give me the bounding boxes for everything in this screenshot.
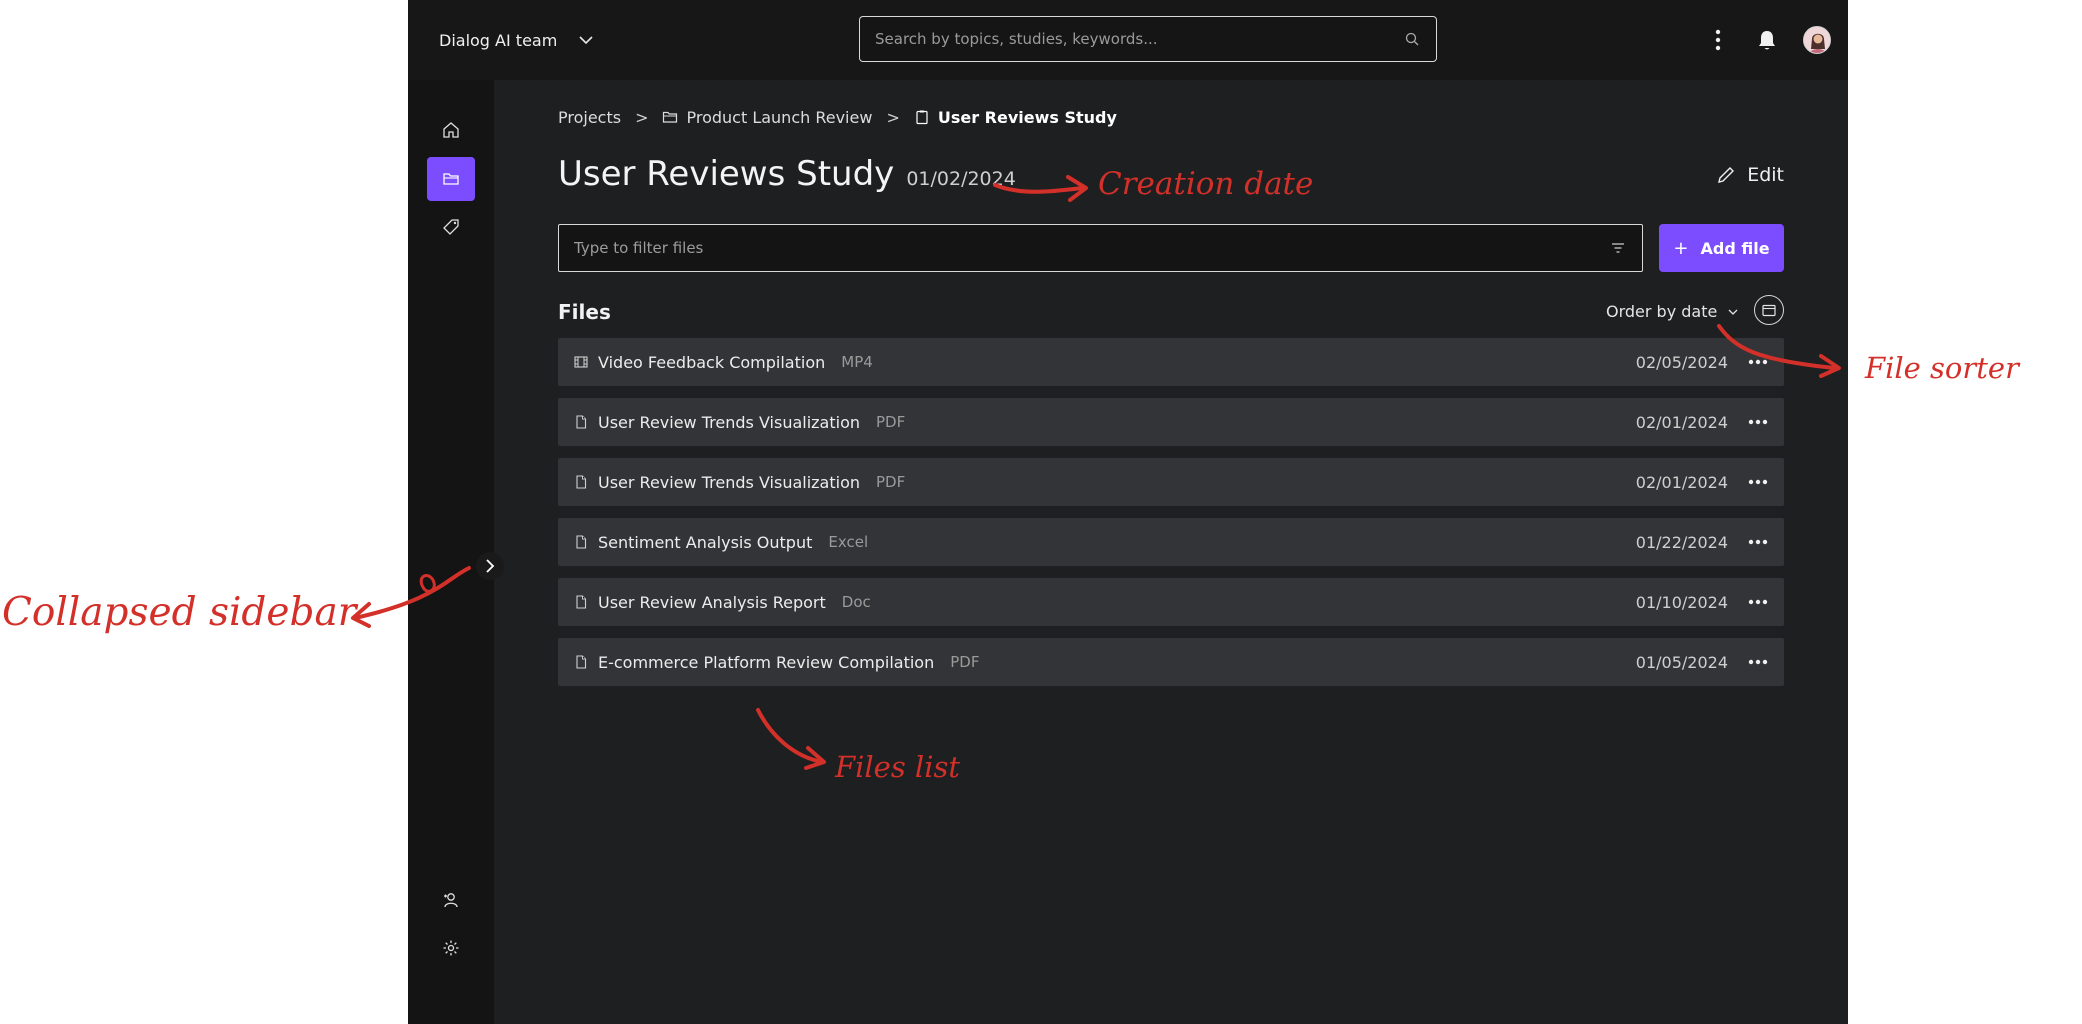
file-row[interactable]: Sentiment Analysis Output Excel 01/22/2024 [558,518,1784,566]
file-row[interactable]: User Review Trends Visualization PDF 02/01… [558,458,1784,506]
document-icon [576,655,587,669]
document-icon [576,475,587,489]
more-horizontal-icon[interactable] [1748,417,1768,427]
creation-date-arrow [993,175,1088,202]
team-name: Dialog AI team [439,30,558,50]
file-name: User Review Trends Visualization [598,412,860,432]
bell-icon[interactable] [1756,28,1778,52]
more-vertical-icon[interactable] [1712,28,1724,52]
folder-icon [443,173,459,185]
file-date: 01/05/2024 [1635,652,1728,672]
page-title: User Reviews Study [558,154,895,194]
search-bar [859,16,1437,62]
file-type: Doc [841,593,871,611]
file-name: User Review Trends Visualization [598,472,860,492]
document-icon [576,535,587,549]
film-icon [574,356,588,368]
pencil-icon [1718,167,1735,183]
top-bar: Dialog AI team [408,0,1848,80]
files-list-arrow [756,708,826,770]
annotation-file-sorter: File sorter [1865,351,2019,385]
more-horizontal-icon[interactable] [1748,597,1768,607]
tag-icon [443,219,459,235]
search-icon[interactable] [1404,31,1420,47]
file-name: Sentiment Analysis Output [598,532,813,552]
breadcrumb-product-launch-review[interactable]: Product Launch Review [662,108,872,127]
file-date: 01/22/2024 [1635,532,1728,552]
add-file-button[interactable]: + Add file [1659,224,1784,272]
more-horizontal-icon[interactable] [1748,537,1768,547]
file-row[interactable]: E-commerce Platform Review Compilation PD… [558,638,1784,686]
annotation-files-list: Files list [835,750,961,784]
add-file-label: Add file [1700,238,1770,258]
breadcrumb-label: User Reviews Study [937,107,1117,127]
nav-tags-button[interactable] [427,205,475,249]
file-type: PDF [876,473,906,491]
nav-home-button[interactable] [427,108,475,152]
breadcrumb-label: Product Launch Review [686,107,873,127]
file-row[interactable]: User Review Trends Visualization PDF 02/01… [558,398,1784,446]
nav-settings-button[interactable] [427,926,475,970]
annotation-collapsed-sidebar: Collapsed sidebar [2,590,357,635]
file-row[interactable]: Video Feedback Compilation MP4 02/05/2024 [558,338,1784,386]
home-icon [443,122,459,138]
file-name: Video Feedback Compilation [598,352,826,372]
sorter-label: Order by date [1606,302,1718,321]
breadcrumb-current: User Reviews Study [914,108,1117,127]
clipboard-icon [916,110,928,125]
breadcrumb: Projects > Product Launch Review > User … [558,105,1117,129]
avatar[interactable] [1803,26,1831,54]
search-input[interactable] [860,29,1404,49]
nav-users-button[interactable] [427,878,475,922]
file-type: PDF [950,653,980,671]
filter-icon[interactable] [1610,240,1626,256]
expand-sidebar-button[interactable] [476,552,504,580]
files-heading: Files [558,300,611,324]
filter-bar [558,224,1643,272]
breadcrumb-label: Projects [558,107,622,127]
file-type: MP4 [841,353,873,371]
file-date: 02/01/2024 [1635,472,1728,492]
team-switcher[interactable]: Dialog AI team [439,26,593,54]
edit-label: Edit [1747,164,1784,186]
annotation-creation-date: Creation date [1098,166,1314,202]
plus-icon: + [1673,237,1689,259]
chevron-down-icon [579,36,593,45]
file-sorter-arrow [1717,324,1841,378]
breadcrumb-separator: > [886,107,900,127]
filter-files-input[interactable] [559,238,1610,258]
file-name: E-commerce Platform Review Compilation [598,652,935,672]
collapsed-sidebar-arrow [351,566,471,628]
more-horizontal-icon[interactable] [1748,477,1768,487]
file-name: User Review Analysis Report [598,592,826,612]
folder-view-icon [1762,304,1776,317]
more-horizontal-icon[interactable] [1748,657,1768,667]
document-icon [576,595,587,609]
breadcrumb-projects[interactable]: Projects [558,108,621,127]
folder-icon [663,111,678,123]
chevron-down-icon [1728,309,1738,315]
title-row: User Reviews Study 01/02/2024 [558,154,1016,200]
gear-icon [443,940,459,956]
breadcrumb-separator: > [635,107,649,127]
avatar-image [1804,27,1830,53]
nav-projects-button[interactable] [427,157,475,201]
file-date: 02/01/2024 [1635,412,1728,432]
sidebar [408,80,494,1024]
file-type: Excel [828,533,869,551]
file-row[interactable]: User Review Analysis Report Doc 01/10/2024 [558,578,1784,626]
edit-button[interactable]: Edit [1717,164,1784,186]
chevron-right-icon [486,559,495,573]
file-date: 01/10/2024 [1635,592,1728,612]
document-icon [576,415,587,429]
file-type: PDF [876,413,906,431]
app-window: Dialog AI team Search by topics, studies… [408,0,1848,1024]
user-add-icon [444,893,458,908]
